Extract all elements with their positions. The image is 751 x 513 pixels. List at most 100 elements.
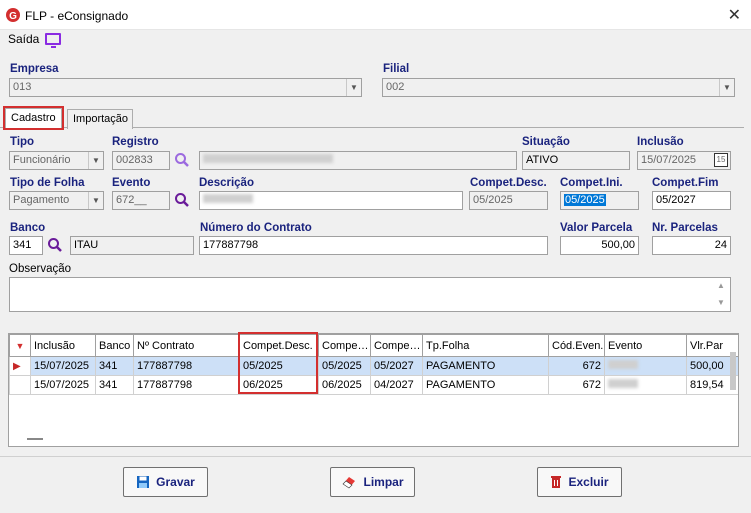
grid-footer-handle (27, 438, 43, 440)
table-cell[interactable]: PAGAMENTO (422, 375, 549, 395)
table-cell[interactable]: 672 (548, 356, 605, 376)
compet-ini-value: 05/2025 (564, 194, 606, 206)
limpar-button[interactable]: Limpar (330, 467, 415, 497)
empresa-label: Empresa (10, 63, 59, 75)
grid-scrollbar[interactable] (730, 352, 736, 390)
table-cell[interactable]: 15/07/2025 (30, 375, 96, 395)
column-header[interactable]: Compe… (318, 334, 371, 357)
banco-name-field: ITAU (70, 236, 194, 255)
table-cell[interactable]: 15/07/2025 (30, 356, 96, 376)
nome-field (199, 151, 517, 170)
search-icon[interactable] (174, 152, 190, 168)
row-pointer-cell (9, 375, 31, 395)
inclusao-field[interactable]: 15/07/2025 15 (637, 151, 731, 170)
table-cell[interactable] (604, 356, 687, 376)
compet-desc-highlight (238, 332, 318, 394)
nr-parcelas-field[interactable]: 24 (652, 236, 731, 255)
table-cell[interactable]: 177887798 (133, 375, 240, 395)
descricao-field[interactable] (199, 191, 463, 210)
svg-text:G: G (9, 11, 17, 22)
compet-desc-field[interactable]: 05/2025 (469, 191, 548, 210)
table-cell[interactable] (604, 375, 687, 395)
situacao-field: ATIVO (522, 151, 630, 170)
empresa-value: 013 (13, 81, 32, 93)
compet-ini-label: Compet.Ini. (560, 177, 623, 189)
eraser-icon (343, 477, 356, 489)
valor-parcela-field[interactable]: 500,00 (560, 236, 639, 255)
table-cell[interactable]: 341 (95, 375, 134, 395)
limpar-label: Limpar (363, 475, 404, 489)
chevron-down-icon[interactable]: ▼ (719, 79, 734, 96)
observacao-field[interactable] (9, 277, 731, 312)
table-cell[interactable]: 05/2025 (318, 356, 371, 376)
scroll-down-icon[interactable]: ▼ (717, 298, 725, 307)
excluir-label: Excluir (568, 475, 609, 489)
table-cell[interactable]: 672 (548, 375, 605, 395)
table-row[interactable]: 15/07/2025 341 177887798 06/2025 06/2025… (9, 375, 738, 395)
tipo-folha-value: Pagamento (13, 194, 70, 206)
trash-icon (551, 476, 562, 488)
compet-fim-label: Compet.Fim (652, 177, 719, 189)
save-icon (137, 476, 150, 488)
column-header[interactable]: Tp.Folha (422, 334, 549, 357)
filial-select[interactable]: 002 ▼ (382, 78, 735, 97)
app-logo-icon: G (6, 8, 20, 22)
row-pointer-icon: ▶ (9, 356, 31, 376)
inclusao-value: 15/07/2025 (641, 154, 697, 166)
scroll-up-icon[interactable]: ▲ (717, 281, 725, 290)
excluir-button[interactable]: Excluir (537, 467, 622, 497)
search-icon[interactable] (174, 192, 190, 208)
chevron-down-icon[interactable]: ▼ (88, 192, 103, 209)
table-row[interactable]: ▶ 15/07/2025 341 177887798 05/2025 05/20… (9, 356, 738, 376)
column-header[interactable]: Cód.Even. (548, 334, 605, 357)
sort-indicator-icon[interactable]: ▼ (9, 334, 31, 357)
column-header[interactable]: Evento (604, 334, 687, 357)
gravar-label: Gravar (156, 475, 195, 489)
calendar-icon[interactable]: 15 (714, 153, 728, 167)
valor-parcela-label: Valor Parcela (560, 222, 633, 234)
tipo-value: Funcionário (13, 154, 71, 166)
registro-field[interactable]: 002833 (112, 151, 170, 170)
search-icon[interactable] (47, 237, 63, 253)
chevron-down-icon[interactable]: ▼ (88, 152, 103, 169)
tab-cadastro[interactable]: Cadastro (3, 106, 64, 130)
nr-parcelas-label: Nr. Parcelas (652, 222, 718, 234)
filial-value: 002 (386, 81, 405, 93)
empresa-select[interactable]: 013 ▼ (9, 78, 362, 97)
compet-fim-field[interactable]: 05/2027 (652, 191, 731, 210)
compet-desc-label: Compet.Desc. (470, 177, 547, 189)
redacted-name (203, 154, 333, 163)
table-cell[interactable]: 06/2025 (318, 375, 371, 395)
column-header[interactable]: Nº Contrato (133, 334, 240, 357)
tipo-select[interactable]: Funcionário ▼ (9, 151, 104, 170)
column-header[interactable]: Banco (95, 334, 134, 357)
chevron-down-icon[interactable]: ▼ (346, 79, 361, 96)
compet-ini-field[interactable]: 05/2025 (560, 191, 639, 210)
column-header[interactable]: Inclusão (30, 334, 96, 357)
banco-code-field[interactable]: 341 (9, 236, 43, 255)
data-grid[interactable]: ▼ Inclusão Banco Nº Contrato Compet.Desc… (8, 333, 739, 447)
menu-saida[interactable]: Saída (8, 32, 39, 46)
redacted-evento (608, 360, 638, 369)
numero-contrato-label: Número do Contrato (200, 222, 312, 234)
table-cell[interactable]: 341 (95, 356, 134, 376)
observacao-label: Observação (9, 263, 72, 275)
column-header[interactable]: Compe… (370, 334, 423, 357)
banco-label: Banco (10, 222, 46, 234)
evento-label: Evento (112, 177, 151, 189)
redacted-descricao (203, 194, 253, 203)
gravar-button[interactable]: Gravar (123, 467, 208, 497)
filial-label: Filial (383, 63, 410, 75)
table-cell[interactable]: PAGAMENTO (422, 356, 549, 376)
table-cell[interactable]: 177887798 (133, 356, 240, 376)
table-cell[interactable]: 05/2027 (370, 356, 423, 376)
evento-field[interactable]: 672__ (112, 191, 170, 210)
tab-importacao[interactable]: Importação (67, 109, 133, 129)
table-cell[interactable]: 04/2027 (370, 375, 423, 395)
tipo-label: Tipo (10, 136, 35, 148)
close-icon[interactable]: ✕ (728, 5, 741, 25)
monitor-icon[interactable] (45, 33, 61, 48)
grid-header-row: ▼ Inclusão Banco Nº Contrato Compet.Desc… (9, 334, 738, 357)
tipo-folha-select[interactable]: Pagamento ▼ (9, 191, 104, 210)
numero-contrato-field[interactable]: 177887798 (199, 236, 548, 255)
